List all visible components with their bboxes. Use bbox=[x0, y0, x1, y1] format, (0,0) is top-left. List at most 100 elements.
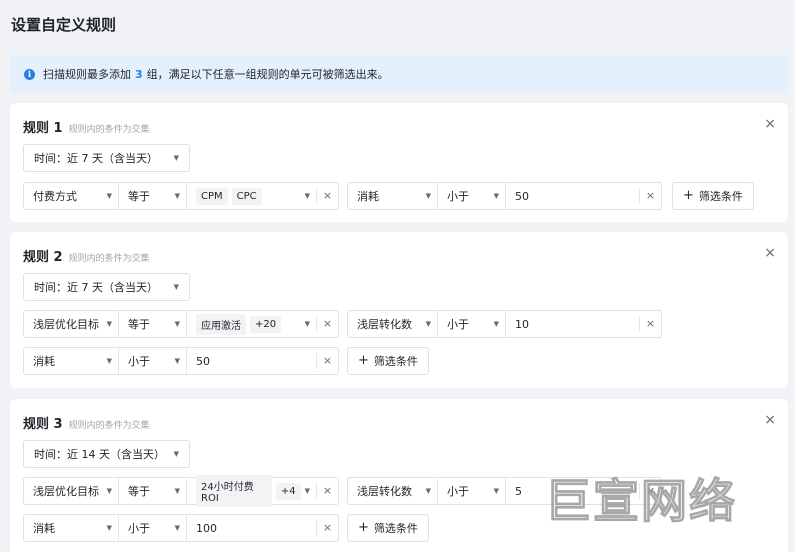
field-select[interactable]: 消耗 ▼ bbox=[348, 183, 438, 209]
rule-card-2: 规则 2 规则内的条件为交集 × 时间：近 7 天（含当天） ▼ 浅层优化目标 … bbox=[10, 232, 788, 388]
value-tag: CPM bbox=[196, 187, 228, 205]
chevron-down-icon: ▼ bbox=[173, 283, 179, 291]
field-label: 浅层优化目标 bbox=[33, 485, 99, 498]
value-text: 10 bbox=[515, 317, 529, 331]
chevron-down-icon: ▼ bbox=[173, 154, 179, 162]
value-input[interactable]: 50 × bbox=[187, 348, 338, 374]
value-multi-select[interactable]: 应用激活 +20 ▼ × bbox=[187, 311, 338, 337]
plus-icon: + bbox=[358, 353, 369, 368]
add-filter-label: 筛选条件 bbox=[698, 190, 743, 203]
field-select[interactable]: 浅层优化目标 ▼ bbox=[24, 311, 119, 337]
field-select[interactable]: 消耗 ▼ bbox=[24, 348, 119, 374]
condition-row[interactable]: 浅层优化目标 ▼ 等于 ▼ 24小时付费ROI +4 ▼ × bbox=[23, 475, 339, 507]
close-icon[interactable]: × bbox=[764, 413, 776, 427]
clear-icon[interactable]: × bbox=[316, 316, 338, 332]
field-select[interactable]: 浅层转化数 ▼ bbox=[348, 311, 438, 337]
chevron-down-icon: ▼ bbox=[304, 320, 310, 328]
operator-label: 等于 bbox=[128, 318, 150, 331]
field-select[interactable]: 付费方式 ▼ bbox=[24, 183, 119, 209]
plus-icon: + bbox=[358, 520, 369, 535]
operator-select[interactable]: 小于 ▼ bbox=[438, 311, 506, 337]
value-text: 100 bbox=[196, 521, 217, 535]
operator-label: 小于 bbox=[447, 485, 469, 498]
condition-row[interactable]: 消耗 ▼ 小于 ▼ 50 × bbox=[23, 347, 339, 375]
chevron-down-icon: ▼ bbox=[304, 487, 310, 495]
value-text: 50 bbox=[515, 189, 529, 203]
operator-label: 小于 bbox=[447, 190, 469, 203]
chevron-down-icon: ▼ bbox=[173, 450, 179, 458]
field-label: 消耗 bbox=[33, 522, 55, 535]
rule-card-1: 规则 1 规则内的条件为交集 × 时间：近 7 天（含当天） ▼ 付费方式 ▼ … bbox=[10, 103, 788, 222]
operator-select[interactable]: 等于 ▼ bbox=[119, 478, 187, 504]
add-filter-button[interactable]: + 筛选条件 bbox=[347, 347, 429, 375]
time-range-label: 时间：近 7 天（含当天） bbox=[34, 152, 158, 165]
operator-label: 等于 bbox=[128, 190, 150, 203]
chevron-down-icon: ▼ bbox=[106, 320, 112, 328]
chevron-down-icon: ▼ bbox=[106, 192, 112, 200]
chevron-down-icon: ▼ bbox=[425, 487, 431, 495]
operator-select[interactable]: 小于 ▼ bbox=[119, 348, 187, 374]
page-title: 设置自定义规则 bbox=[11, 16, 117, 34]
clear-icon[interactable]: × bbox=[316, 520, 338, 536]
field-label: 付费方式 bbox=[33, 190, 77, 203]
value-input[interactable]: 100 × bbox=[187, 515, 338, 541]
value-input[interactable]: 50 × bbox=[506, 183, 661, 209]
chevron-down-icon: ▼ bbox=[425, 320, 431, 328]
chevron-down-icon: ▼ bbox=[425, 192, 431, 200]
operator-select[interactable]: 小于 ▼ bbox=[119, 515, 187, 541]
close-icon[interactable]: × bbox=[764, 246, 776, 260]
value-input[interactable]: 10 × bbox=[506, 311, 661, 337]
operator-select[interactable]: 等于 ▼ bbox=[119, 183, 187, 209]
chevron-down-icon: ▼ bbox=[106, 487, 112, 495]
field-select[interactable]: 浅层转化数 ▼ bbox=[348, 478, 438, 504]
time-range-label: 时间：近 7 天（含当天） bbox=[34, 281, 158, 294]
clear-icon[interactable]: × bbox=[639, 188, 661, 204]
condition-row[interactable]: 浅层转化数 ▼ 小于 ▼ 10 × bbox=[347, 310, 662, 338]
chevron-down-icon: ▼ bbox=[174, 487, 180, 495]
value-tag: 24小时付费ROI bbox=[196, 475, 272, 507]
banner-suffix: 组，满足以下任意一组规则的单元可被筛选出来。 bbox=[146, 68, 389, 81]
clear-icon[interactable]: × bbox=[316, 188, 338, 204]
close-icon[interactable]: × bbox=[764, 117, 776, 131]
clear-icon[interactable]: × bbox=[316, 483, 338, 499]
chevron-down-icon: ▼ bbox=[174, 357, 180, 365]
add-filter-label: 筛选条件 bbox=[373, 355, 418, 368]
field-select[interactable]: 浅层优化目标 ▼ bbox=[24, 478, 119, 504]
field-label: 浅层转化数 bbox=[357, 485, 412, 498]
rule-subtitle: 规则内的条件为交集 bbox=[68, 421, 150, 431]
clear-icon[interactable]: × bbox=[639, 316, 661, 332]
add-filter-button[interactable]: + 筛选条件 bbox=[672, 182, 754, 210]
banner-count: 3 bbox=[135, 67, 143, 81]
operator-label: 小于 bbox=[447, 318, 469, 331]
add-filter-button[interactable]: + 筛选条件 bbox=[347, 514, 429, 542]
time-range-select[interactable]: 时间：近 14 天（含当天） ▼ bbox=[23, 440, 190, 468]
condition-row[interactable]: 付费方式 ▼ 等于 ▼ CPM CPC ▼ × bbox=[23, 182, 339, 210]
condition-row[interactable]: 消耗 ▼ 小于 ▼ 100 × bbox=[23, 514, 339, 542]
operator-select[interactable]: 小于 ▼ bbox=[438, 183, 506, 209]
chevron-down-icon: ▼ bbox=[106, 357, 112, 365]
chevron-down-icon: ▼ bbox=[304, 192, 310, 200]
value-multi-select[interactable]: 24小时付费ROI +4 ▼ × bbox=[187, 475, 338, 507]
field-select[interactable]: 消耗 ▼ bbox=[24, 515, 119, 541]
rule-subtitle: 规则内的条件为交集 bbox=[68, 254, 150, 264]
value-tag: CPC bbox=[231, 187, 262, 205]
time-range-label: 时间：近 14 天（含当天） bbox=[34, 448, 165, 461]
operator-select[interactable]: 等于 ▼ bbox=[119, 311, 187, 337]
more-tags-badge: +4 bbox=[275, 482, 301, 500]
value-multi-select[interactable]: CPM CPC ▼ × bbox=[187, 183, 338, 209]
field-label: 浅层优化目标 bbox=[33, 318, 99, 331]
chevron-down-icon: ▼ bbox=[493, 192, 499, 200]
clear-icon[interactable]: × bbox=[316, 353, 338, 369]
time-range-select[interactable]: 时间：近 7 天（含当天） ▼ bbox=[23, 144, 190, 172]
operator-label: 等于 bbox=[128, 485, 150, 498]
chevron-down-icon: ▼ bbox=[106, 524, 112, 532]
field-label: 消耗 bbox=[33, 355, 55, 368]
value-text: 50 bbox=[196, 354, 210, 368]
condition-row[interactable]: 消耗 ▼ 小于 ▼ 50 × bbox=[347, 182, 662, 210]
field-label: 浅层转化数 bbox=[357, 318, 412, 331]
operator-select[interactable]: 小于 ▼ bbox=[438, 478, 506, 504]
time-range-select[interactable]: 时间：近 7 天（含当天） ▼ bbox=[23, 273, 190, 301]
operator-label: 小于 bbox=[128, 355, 150, 368]
condition-row[interactable]: 浅层优化目标 ▼ 等于 ▼ 应用激活 +20 ▼ × bbox=[23, 310, 339, 338]
chevron-down-icon: ▼ bbox=[493, 320, 499, 328]
